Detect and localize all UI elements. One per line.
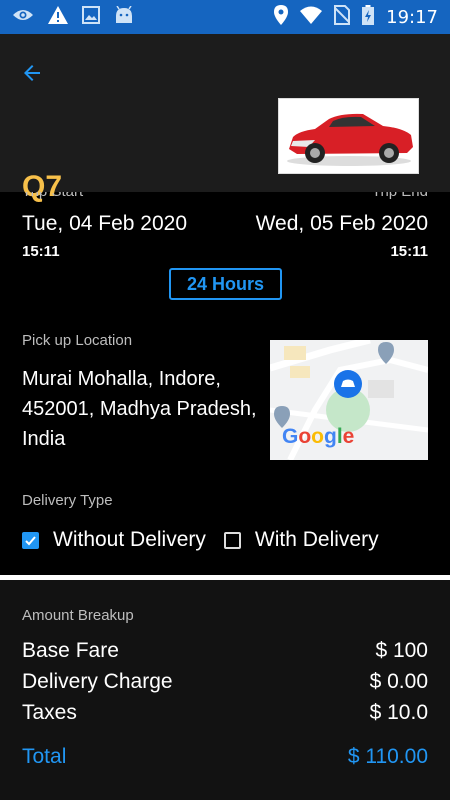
amount-item-value: $ 10.0 [369,701,428,724]
delivery-options: Without Delivery With Delivery [22,526,442,554]
pickup-label: Pick up Location [22,332,133,349]
wifi-icon [300,6,323,29]
delivery-type-label: Delivery Type [22,492,113,509]
check-icon [25,535,36,545]
amount-row-total: Total $ 110.00 [22,745,428,769]
back-button[interactable] [20,61,44,85]
battery-charging-icon [362,4,375,30]
image-icon [82,5,100,29]
trip-start-label: Trip Start [22,192,83,200]
android-icon [114,5,134,29]
with-delivery-label[interactable]: With Delivery [255,528,379,552]
total-value: $ 110.00 [347,745,428,768]
amount-row-base-fare: Base Fare $ 100 [22,639,428,663]
amount-item-name: Base Fare [22,639,119,662]
duration-badge: 24 Hours [169,268,282,300]
amount-row-delivery-charge: Delivery Charge $ 0.00 [22,670,428,694]
eye-icon [12,7,34,28]
trip-labels-clipped: Trip Start Trip End [0,192,450,200]
status-time: 19:17 [386,6,438,28]
car-image [278,98,419,174]
app-bar: Q7 [0,34,450,203]
with-delivery-checkbox[interactable] [223,531,241,549]
without-delivery-label[interactable]: Without Delivery [53,528,206,552]
trip-end-time: 15:11 [390,243,428,260]
status-bar: 19:17 [0,0,450,34]
without-delivery-checkbox[interactable] [22,531,39,549]
location-icon [274,4,289,30]
amount-breakup-label: Amount Breakup [22,607,134,624]
warning-icon [48,5,68,29]
no-sim-icon [333,4,351,30]
amount-item-value: $ 100 [375,639,428,662]
amount-row-taxes: Taxes $ 10.0 [22,701,428,725]
amount-item-name: Taxes [22,701,77,724]
trip-end-date: Wed, 05 Feb 2020 [255,212,428,235]
pickup-map[interactable]: Google [270,340,428,460]
amount-item-name: Delivery Charge [22,670,173,693]
trip-end-label: Trip End [372,192,428,200]
svg-text:Google: Google [282,425,354,448]
trip-start-date: Tue, 04 Feb 2020 [22,212,188,235]
pickup-address: Murai Mohalla, Indore, 452001, Madhya Pr… [22,368,257,450]
total-label: Total [22,745,67,768]
trip-start-time: 15:11 [22,243,60,260]
arrow-left-icon [24,65,40,81]
amount-item-value: $ 0.00 [369,670,428,693]
